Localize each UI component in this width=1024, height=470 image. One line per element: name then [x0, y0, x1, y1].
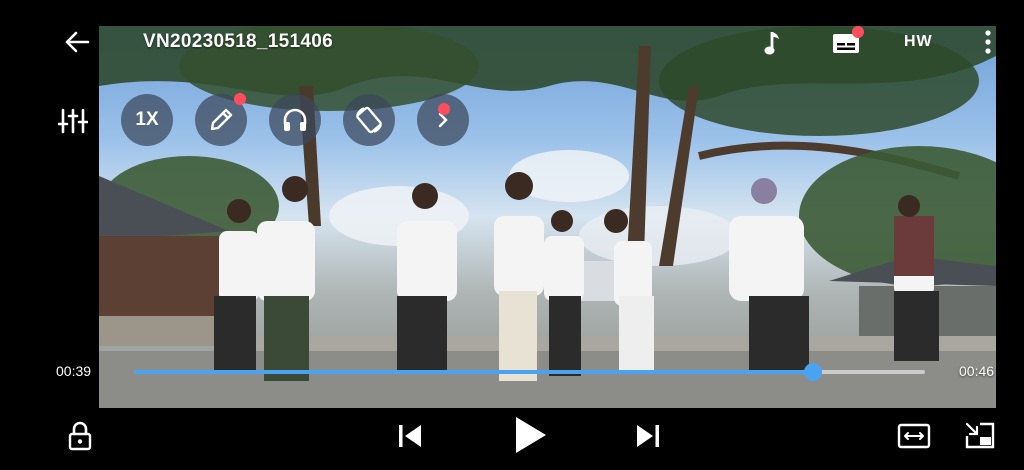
more-vertical-icon [985, 30, 991, 54]
subtitle-button[interactable] [830, 26, 864, 56]
rotate-screen-icon [356, 106, 382, 134]
seek-bar-progress [134, 370, 813, 374]
total-time: 00:46 [959, 363, 995, 379]
more-tools-button[interactable] [417, 94, 469, 146]
decoder-toggle[interactable]: HW [904, 33, 933, 51]
music-note-icon [764, 32, 779, 55]
edit-button[interactable] [195, 93, 247, 146]
back-arrow-icon [65, 31, 90, 53]
video-scene-illustration [99, 26, 996, 408]
playback-speed-label: 1X [135, 109, 159, 130]
play-button[interactable] [510, 413, 550, 457]
seek-bar-thumb[interactable] [803, 363, 822, 381]
lock-icon [68, 421, 92, 451]
more-options-button[interactable] [980, 28, 996, 56]
equalizer-icon [58, 108, 88, 134]
more-tools-badge-dot [438, 103, 450, 115]
back-button[interactable] [62, 29, 92, 55]
video-player: VN20230518_151406 HW 1X 00:39 00:46 [0, 0, 1024, 470]
video-title: VN20230518_151406 [143, 31, 333, 52]
previous-button[interactable] [394, 420, 426, 452]
video-frame[interactable] [99, 26, 996, 408]
pencil-icon [210, 108, 233, 131]
playback-speed-button[interactable]: 1X [121, 94, 173, 146]
equalizer-button[interactable] [56, 106, 90, 136]
headphones-icon [283, 108, 307, 131]
previous-icon [399, 425, 421, 447]
lock-screen-button[interactable] [66, 420, 94, 452]
next-button[interactable] [632, 420, 664, 452]
picture-in-picture-icon [965, 422, 995, 449]
seek-bar[interactable] [134, 363, 925, 381]
current-time: 00:39 [56, 363, 92, 379]
subtitle-badge-dot [852, 26, 864, 38]
next-icon [637, 425, 659, 447]
picture-in-picture-button[interactable] [962, 420, 998, 452]
rotate-screen-button[interactable] [343, 94, 395, 146]
edit-badge-dot [234, 93, 246, 105]
audio-track-button[interactable] [760, 28, 786, 58]
background-play-button[interactable] [269, 94, 321, 146]
aspect-ratio-icon [897, 423, 931, 449]
aspect-ratio-button[interactable] [896, 421, 932, 451]
play-icon [516, 417, 546, 453]
